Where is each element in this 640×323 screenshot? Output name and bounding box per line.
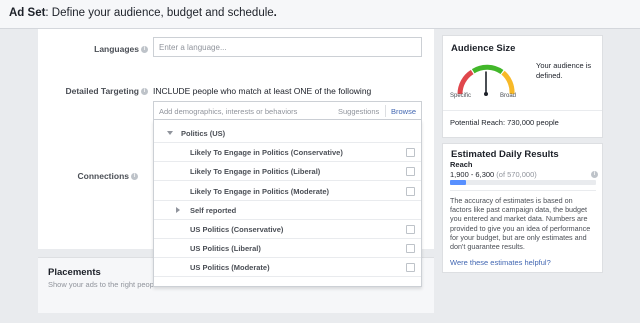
suggestions-tab[interactable]: Suggestions: [338, 107, 379, 116]
accuracy-note: The accuracy of estimates is based on fa…: [450, 196, 591, 252]
option-checkbox[interactable]: [406, 225, 415, 234]
targeting-option[interactable]: Likely To Engage in Politics (Moderate): [154, 182, 421, 201]
info-icon[interactable]: i: [141, 88, 148, 96]
audience-status-text: Your audience is defined.: [536, 61, 592, 80]
card-divider: [443, 110, 602, 111]
placements-title: Placements: [48, 267, 101, 278]
targeting-category[interactable]: Self reported: [154, 201, 421, 220]
option-label: Likely To Engage in Politics (Moderate): [190, 186, 330, 196]
gauge-pivot: [484, 92, 488, 96]
page-title: Ad Set: Define your audience, budget and…: [9, 7, 277, 19]
language-input[interactable]: Enter a language...: [153, 37, 422, 57]
broad-label: Broad: [500, 93, 517, 99]
languages-label: Languages i: [60, 44, 148, 54]
browse-dropdown: Politics (US) Likely To Engage in Politic…: [153, 120, 422, 287]
option-label: Politics (US): [181, 129, 226, 138]
detailed-targeting-label: Detailed Targeting i: [50, 86, 148, 96]
option-label: Self reported: [190, 205, 237, 215]
option-checkbox[interactable]: [406, 148, 415, 158]
chevron-down-icon[interactable]: [167, 131, 173, 135]
reach-bar-fill: [450, 180, 467, 185]
page-header: Ad Set: Define your audience, budget and…: [0, 0, 640, 29]
targeting-option[interactable]: US Politics (Conservative): [154, 220, 421, 239]
option-label: Likely To Engage in Politics (Conservati…: [190, 148, 343, 158]
targeting-option[interactable]: Likely To Engage in Politics (Conservati…: [154, 143, 421, 163]
estimates-feedback-link[interactable]: Were these estimates helpful?: [450, 258, 551, 267]
placements-description: Show your ads to the right peopl: [48, 280, 156, 289]
reach-bar: [450, 180, 596, 185]
option-checkbox[interactable]: [406, 167, 415, 177]
info-icon[interactable]: i: [131, 173, 138, 181]
option-label: US Politics (Conservative): [190, 225, 284, 234]
card-divider: [450, 190, 596, 191]
targeting-category[interactable]: Politics (US): [154, 124, 421, 143]
targeting-option[interactable]: US Politics (Moderate): [154, 258, 421, 278]
info-icon[interactable]: i: [141, 46, 148, 54]
option-checkbox[interactable]: [406, 244, 415, 254]
include-rule-text: INCLUDE people who match at least ONE of…: [153, 86, 372, 96]
option-checkbox[interactable]: [406, 186, 415, 196]
targeting-option[interactable]: Likely To Engage in Politics (Liberal): [154, 162, 421, 182]
targeting-option[interactable]: US Politics (Liberal): [154, 239, 421, 259]
tab-separator: [385, 105, 386, 117]
chevron-right-icon[interactable]: [176, 206, 180, 213]
potential-reach-text: Potential Reach: 730,000 people: [450, 118, 559, 127]
option-checkbox[interactable]: [406, 263, 415, 273]
browse-tab[interactable]: Browse: [391, 107, 416, 116]
specific-label: Specific: [450, 93, 472, 99]
search-placeholder: Add demographics, interests or behaviors: [159, 107, 298, 116]
targeting-search-input[interactable]: Add demographics, interests or behaviors…: [153, 101, 422, 120]
reach-range: 1,900 - 6,300 (of 570,000): [450, 170, 537, 179]
option-label: Likely To Engage in Politics (Liberal): [190, 167, 321, 177]
daily-results-title: Estimated Daily Results: [451, 149, 559, 160]
option-label: US Politics (Liberal): [190, 244, 261, 254]
option-label: US Politics (Moderate): [190, 263, 270, 273]
info-icon[interactable]: i: [591, 171, 598, 178]
connections-label: Connections i: [60, 171, 138, 181]
reach-label: Reach: [450, 160, 473, 169]
audience-size-title: Audience Size: [451, 43, 516, 54]
